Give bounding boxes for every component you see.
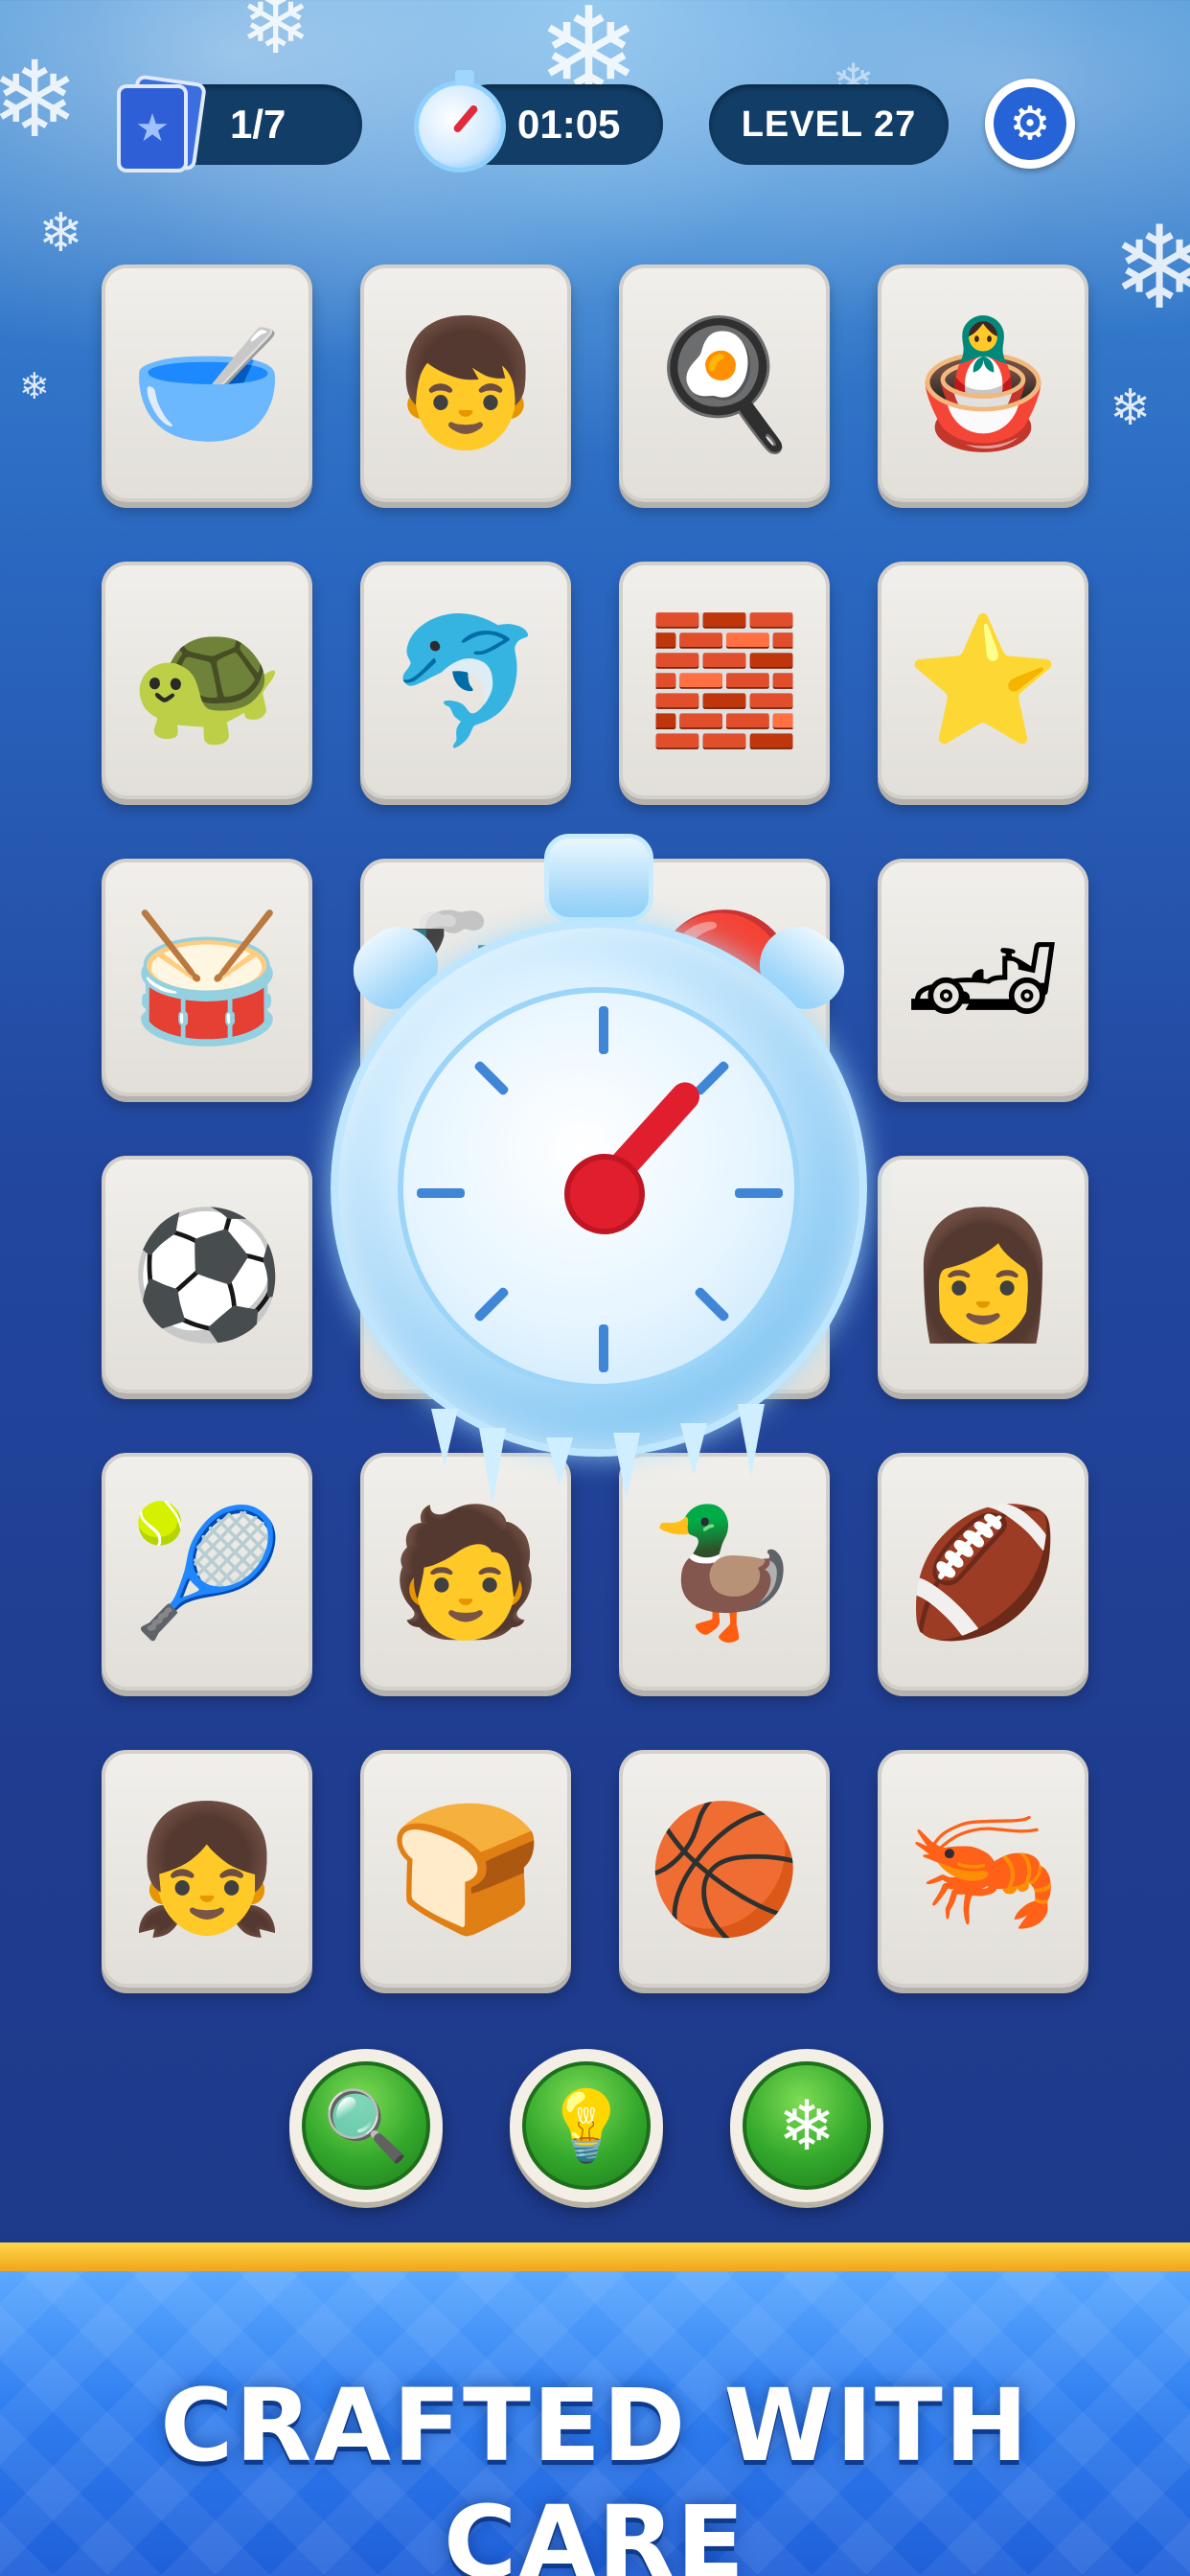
tile-woman-business[interactable]: 👩 [878,1156,1088,1393]
tile-toaster[interactable]: 🍞 [360,1750,571,1988]
tile-american-football[interactable]: 🏈 [878,1453,1088,1690]
rubber-duck-icon: 🦆 [647,1502,802,1642]
snowflake-decoration: ❄ [38,202,83,263]
boy-basketball-jersey-icon: 🧑 [388,1502,543,1642]
tile-starfish[interactable]: ⭐ [878,562,1088,799]
seahorse-icon: 🦐 [905,1799,1061,1939]
toaster-icon: 🍞 [388,1799,543,1939]
tile-mixing-bowl-whisk[interactable]: 🥣 [102,264,312,502]
tile-sea-turtle[interactable]: 🐢 [102,562,312,799]
tile-rag-doll[interactable]: 🪆 [878,264,1088,502]
tennis-racket-icon: 🎾 [129,1502,285,1642]
boy-black-hoodie-icon: 👦 [388,313,543,453]
rag-doll-icon: 🪆 [905,313,1061,453]
tile-girl-yellow-jacket[interactable]: 👧 [102,1750,312,1988]
snowflake-decoration: ❄ [240,0,312,72]
tile-race-car[interactable]: 🏎 [878,859,1088,1096]
stopwatch-hub [564,1154,645,1234]
snowflake-icon: ❄ [743,2061,871,2190]
stand-mixer-icon: 🍳 [647,313,802,453]
tile-basketball[interactable]: 🏀 [619,1750,830,1988]
soccer-ball-icon: ⚽ [129,1205,285,1345]
race-car-icon: 🏎 [904,908,1063,1047]
hint-booster-button[interactable]: 💡 [510,2049,663,2202]
freeze-booster-button[interactable]: ❄ [730,2049,883,2202]
american-football-icon: 🏈 [905,1502,1061,1642]
banner-tagline: CRAFTED WITH CARE [160,2367,1030,2576]
magnifier-booster-button[interactable]: 🔍 [289,2049,443,2202]
tile-stand-mixer[interactable]: 🍳 [619,264,830,502]
toy-blocks-icon: 🧱 [647,610,802,750]
girl-yellow-jacket-icon: 👧 [129,1799,285,1939]
cards-count: 1/7 [230,102,286,147]
gear-icon: ⚙ [994,87,1066,160]
stopwatch-body [331,920,867,1457]
sea-turtle-icon: 🐢 [129,610,285,750]
tile-drum[interactable]: 🥁 [102,859,312,1096]
stopwatch-icon [414,70,506,172]
timer-value: 01:05 [517,102,621,147]
frozen-stopwatch-icon [326,834,872,1505]
cards-stack-icon: ★ [113,74,208,174]
level-badge: LEVEL 27 [709,84,949,165]
tile-soccer-ball[interactable]: ⚽ [102,1156,312,1393]
stopwatch-face [398,987,800,1390]
tile-dolphin[interactable]: 🐬 [360,562,571,799]
tile-boy-basketball-jersey[interactable]: 🧑 [360,1453,571,1690]
level-label: LEVEL 27 [741,104,917,145]
mixing-bowl-whisk-icon: 🥣 [129,313,285,453]
banner-stripe [0,2242,1190,2271]
tile-tennis-racket[interactable]: 🎾 [102,1453,312,1690]
lightbulb-icon: 💡 [522,2061,651,2190]
drum-icon: 🥁 [129,908,285,1047]
tile-toy-blocks[interactable]: 🧱 [619,562,830,799]
basketball-icon: 🏀 [647,1799,802,1939]
woman-business-icon: 👩 [905,1205,1061,1345]
top-bar: 1/7 ★ 01:05 LEVEL 27 ⚙ [0,70,1190,174]
tile-seahorse[interactable]: 🦐 [878,1750,1088,1988]
magnifier-icon: 🔍 [302,2061,430,2190]
snowflake-decoration: ❄ [1110,380,1152,436]
tile-boy-black-hoodie[interactable]: 👦 [360,264,571,502]
tile-rubber-duck[interactable]: 🦆 [619,1453,830,1690]
settings-button[interactable]: ⚙ [985,79,1075,169]
dolphin-icon: 🐬 [388,610,543,750]
snowflake-decoration: ❄ [1111,204,1190,333]
stopwatch-crown [544,834,653,922]
starfish-icon: ⭐ [905,610,1061,750]
snowflake-decoration: ❄ [19,367,50,407]
